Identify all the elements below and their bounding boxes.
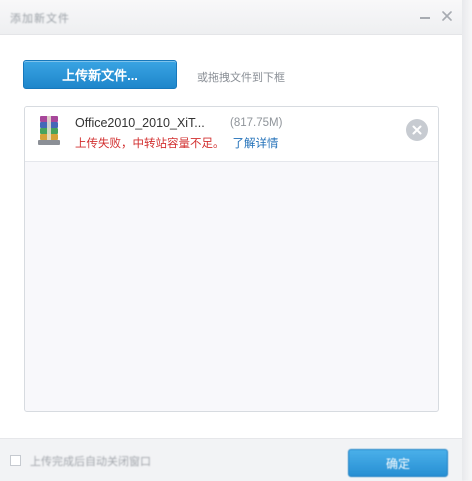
remove-x-icon — [412, 125, 422, 135]
file-list-item: Office2010_2010_XiT... (817.75M) 上传失败，中转… — [25, 107, 438, 162]
close-icon — [442, 11, 452, 21]
winrar-archive-icon — [38, 116, 60, 145]
background-window-edge — [462, 0, 472, 480]
upload-dialog: 添加新文件 上传新文件... 或拖拽文件到下框 Office2010_2010_… — [0, 0, 462, 481]
file-name: Office2010_2010_XiT... — [75, 116, 205, 130]
auto-close-label: 上传完成后自动关闭窗口 — [30, 456, 151, 468]
confirm-button[interactable]: 确定 — [348, 449, 448, 477]
learn-more-link[interactable]: 了解详情 — [233, 138, 279, 150]
auto-close-checkbox[interactable] — [10, 455, 21, 466]
dialog-footer: 上传完成后自动关闭窗口 确定 — [0, 438, 462, 481]
minimize-button[interactable] — [415, 6, 435, 26]
window-title: 添加新文件 — [10, 13, 70, 25]
upload-new-file-button[interactable]: 上传新文件... — [23, 60, 177, 89]
upload-error-message: 上传失败，中转站容量不足。 — [75, 138, 225, 150]
close-button[interactable] — [437, 6, 457, 26]
upload-status-line: 上传失败，中转站容量不足。 了解详情 — [75, 135, 279, 151]
remove-file-button[interactable] — [406, 119, 428, 141]
file-drop-zone[interactable]: Office2010_2010_XiT... (817.75M) 上传失败，中转… — [24, 106, 439, 412]
file-size: (817.75M) — [230, 117, 283, 129]
minimize-icon — [420, 17, 430, 19]
drag-drop-hint: 或拖拽文件到下框 — [197, 72, 285, 84]
title-bar[interactable]: 添加新文件 — [0, 0, 462, 35]
